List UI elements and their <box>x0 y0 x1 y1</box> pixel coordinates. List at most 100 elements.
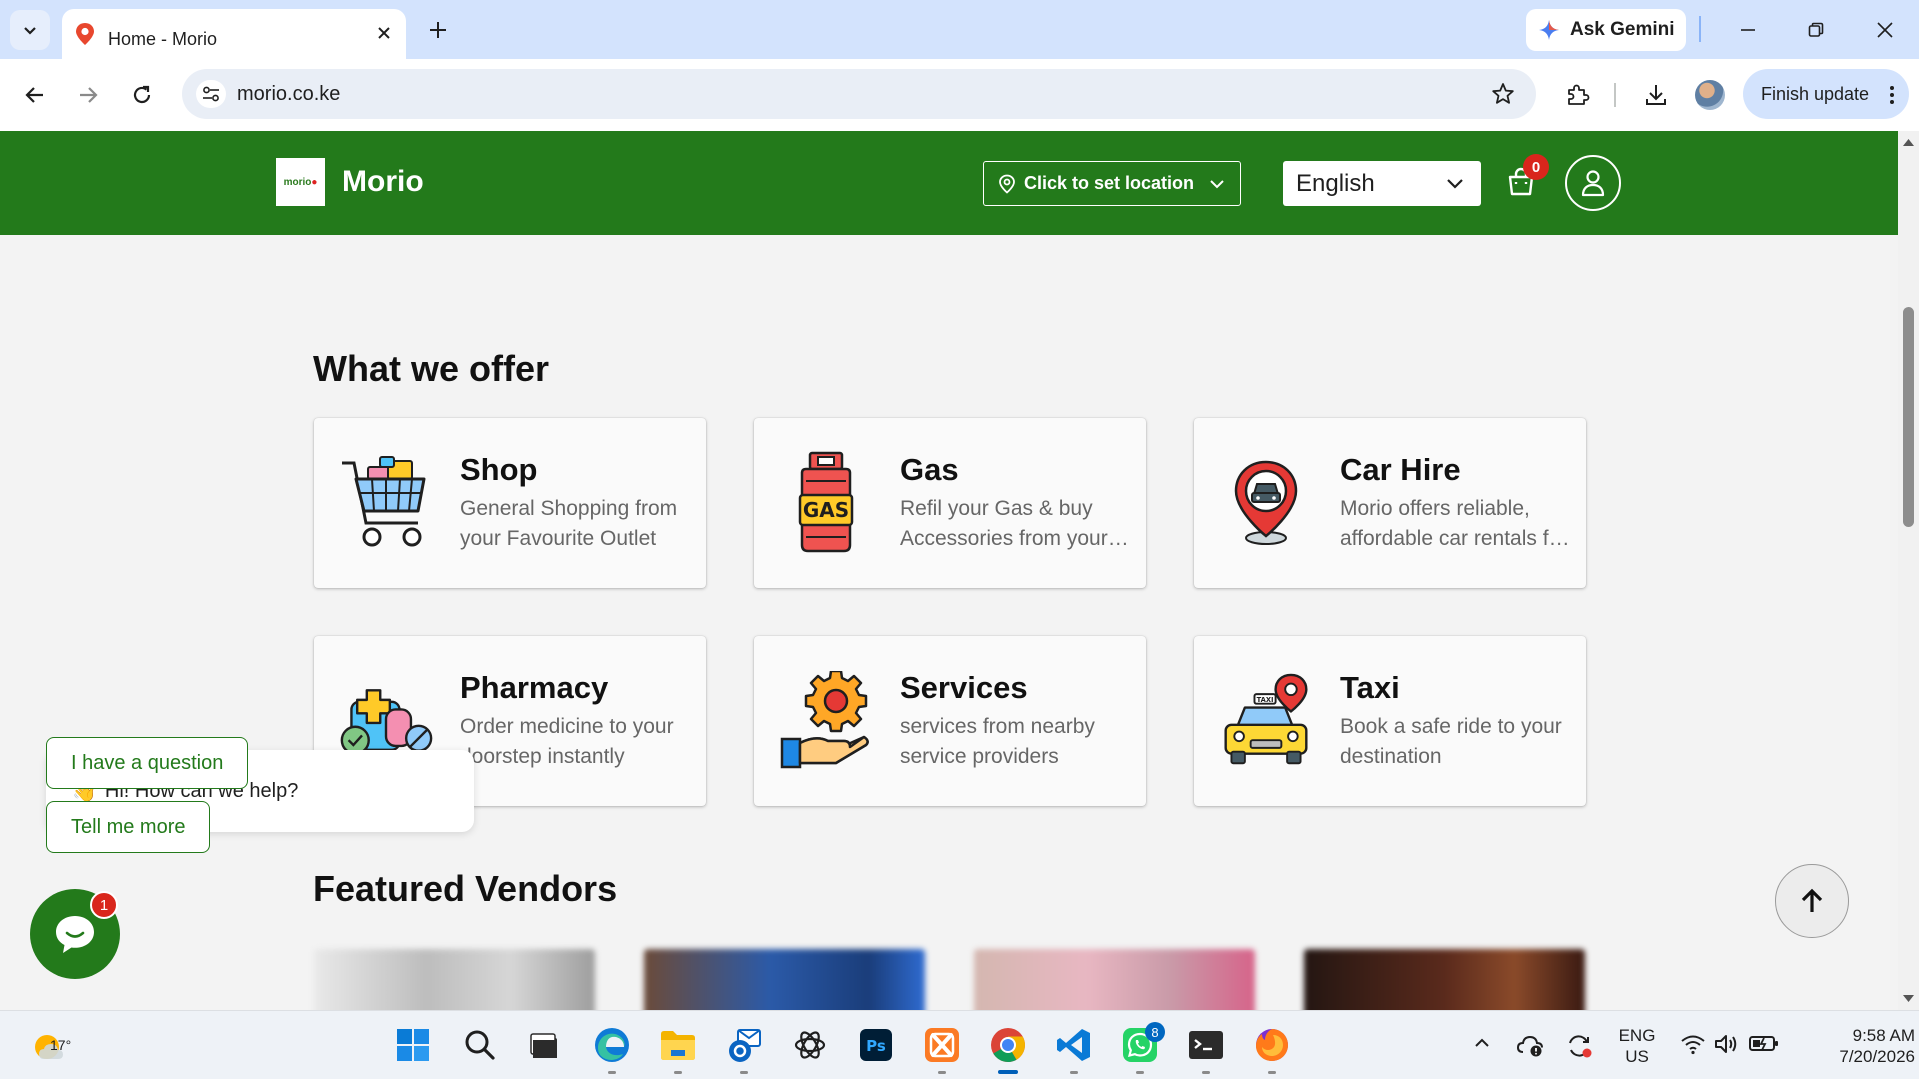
system-clock[interactable]: 9:58 AM 7/20/2026 <box>1800 1025 1915 1067</box>
set-location-button[interactable]: Click to set location <box>983 161 1241 206</box>
back-to-top-button[interactable] <box>1775 864 1849 938</box>
finish-update-label: Finish update <box>1761 83 1870 104</box>
close-tab-icon[interactable] <box>374 23 394 43</box>
ask-gemini-button[interactable]: Ask Gemini <box>1526 9 1686 51</box>
chrome-browser-icon <box>991 1028 1025 1062</box>
vendor-card[interactable] <box>974 949 1255 1010</box>
clock-date: 7/20/2026 <box>1839 1047 1915 1066</box>
restore-icon <box>1808 22 1824 37</box>
offer-description: Book a safe ride to your destination <box>1340 715 1562 768</box>
tab-search-button[interactable] <box>10 10 50 50</box>
photoshop-label: Ps <box>866 1037 886 1055</box>
finish-update-button[interactable]: Finish update <box>1743 69 1909 119</box>
address-bar[interactable]: morio.co.ke <box>182 69 1536 119</box>
tray-cloud-alert[interactable] <box>1516 1033 1544 1057</box>
brand-name[interactable]: Morio <box>342 165 424 199</box>
morio-favicon-icon <box>76 23 94 45</box>
scrollbar-thumb[interactable] <box>1903 307 1914 527</box>
offer-title: Pharmacy <box>460 670 609 705</box>
taskbar-xampp[interactable] <box>922 1025 962 1065</box>
tab-strip-divider <box>1699 16 1701 42</box>
input-language-indicator[interactable]: ENG US <box>1615 1025 1659 1067</box>
user-icon <box>1581 170 1605 197</box>
set-location-label: Click to set location <box>1024 173 1195 193</box>
offers-title: What we offer <box>313 348 550 389</box>
offer-card-shop[interactable]: Shop General Shopping from your Favourit… <box>314 418 706 588</box>
restore-button[interactable] <box>1796 14 1836 46</box>
taxi-icon-label: TAXI <box>1257 696 1274 704</box>
chat-option-question[interactable]: I have a question <box>46 737 249 789</box>
task-view-button[interactable] <box>524 1025 564 1065</box>
taskbar-outlook[interactable] <box>724 1025 764 1065</box>
taskbar-terminal[interactable] <box>1186 1025 1226 1065</box>
running-indicator <box>740 1071 748 1074</box>
offer-card-gas[interactable]: GAS Gas Refil your Gas & buy Accessories… <box>754 418 1146 588</box>
profile-avatar[interactable] <box>1695 80 1725 110</box>
offer-card-car-hire[interactable]: Car Hire Morio offers reliable, affordab… <box>1194 418 1586 588</box>
page-scrollbar[interactable] <box>1898 131 1919 1010</box>
extensions-button[interactable] <box>1560 77 1596 113</box>
running-indicator <box>938 1071 946 1074</box>
downloads-button[interactable] <box>1638 77 1674 113</box>
new-tab-button[interactable] <box>422 14 454 46</box>
vscode-icon <box>1057 1029 1090 1061</box>
start-button[interactable] <box>393 1025 433 1065</box>
taskbar-edge[interactable] <box>592 1025 632 1065</box>
offer-card-taxi[interactable]: TAXI Taxi Book a safe ride to your desti… <box>1194 636 1586 806</box>
offer-description: Order medicine to your doorstep instantl… <box>460 715 674 768</box>
scroll-up-arrow-icon[interactable] <box>1902 137 1915 147</box>
weather-widget[interactable]: 17° <box>30 1025 71 1065</box>
chevron-down-icon <box>1447 179 1463 189</box>
scroll-down-arrow-icon[interactable] <box>1902 994 1915 1004</box>
vendor-card[interactable] <box>644 949 925 1010</box>
tray-battery[interactable] <box>1748 1033 1780 1053</box>
chevron-up-icon <box>1475 1038 1489 1047</box>
tray-volume[interactable] <box>1713 1033 1739 1055</box>
tray-sync[interactable] <box>1565 1033 1593 1059</box>
site-info-button[interactable] <box>196 80 226 108</box>
show-hidden-icons-button[interactable] <box>1472 1033 1492 1053</box>
wifi-icon <box>1681 1035 1705 1055</box>
offer-card-services[interactable]: Services services from nearby service pr… <box>754 636 1146 806</box>
language-value: English <box>1296 169 1375 197</box>
tab-title: Home - Morio <box>108 29 218 49</box>
plus-icon <box>430 22 446 38</box>
running-indicator <box>1202 1071 1210 1074</box>
reload-icon <box>133 85 151 104</box>
taskbar-vscode[interactable] <box>1054 1025 1094 1065</box>
offer-description: General Shopping from your Favourite Out… <box>460 497 678 550</box>
sync-icon <box>1569 1035 1592 1058</box>
taskbar-file-explorer[interactable] <box>658 1025 698 1065</box>
browser-tab-active[interactable]: Home - Morio <box>62 9 406 59</box>
taskbar-chatgpt[interactable] <box>790 1025 830 1065</box>
chevron-down-icon <box>1210 180 1224 189</box>
windows-taskbar: 17° Ps 8 ENG US 9:58 AM 7/20/2026 <box>0 1010 1919 1079</box>
arrow-left-icon <box>25 87 43 103</box>
volume-icon <box>1715 1035 1737 1053</box>
running-indicator <box>1136 1071 1144 1074</box>
forward-button[interactable] <box>68 75 108 115</box>
minimize-button[interactable] <box>1728 14 1768 46</box>
site-logo[interactable]: morio ● <box>276 158 325 206</box>
language-select[interactable]: English <box>1283 161 1481 206</box>
gas-cylinder-icon: GAS <box>778 450 874 556</box>
close-window-button[interactable] <box>1865 14 1905 46</box>
offer-title: Car Hire <box>1340 452 1461 487</box>
url-text[interactable]: morio.co.ke <box>237 83 340 106</box>
vendor-card[interactable] <box>314 949 595 1010</box>
offer-title: Services <box>900 670 1028 705</box>
active-app-indicator <box>998 1070 1018 1074</box>
chat-option-tell-more[interactable]: Tell me more <box>46 801 211 853</box>
reload-button[interactable] <box>122 75 162 115</box>
account-button[interactable] <box>1565 155 1621 211</box>
taskbar-firefox[interactable] <box>1252 1025 1292 1065</box>
vendor-card[interactable] <box>1304 949 1585 1010</box>
outlook-mail-icon <box>729 1029 761 1062</box>
offer-title: Taxi <box>1340 670 1400 705</box>
back-button[interactable] <box>15 75 55 115</box>
bookmark-star-icon[interactable] <box>1490 81 1516 107</box>
tray-wifi[interactable] <box>1680 1033 1706 1055</box>
taskbar-chrome[interactable] <box>988 1025 1028 1065</box>
taskbar-photoshop[interactable]: Ps <box>856 1025 896 1065</box>
taskbar-search-button[interactable] <box>460 1025 500 1065</box>
